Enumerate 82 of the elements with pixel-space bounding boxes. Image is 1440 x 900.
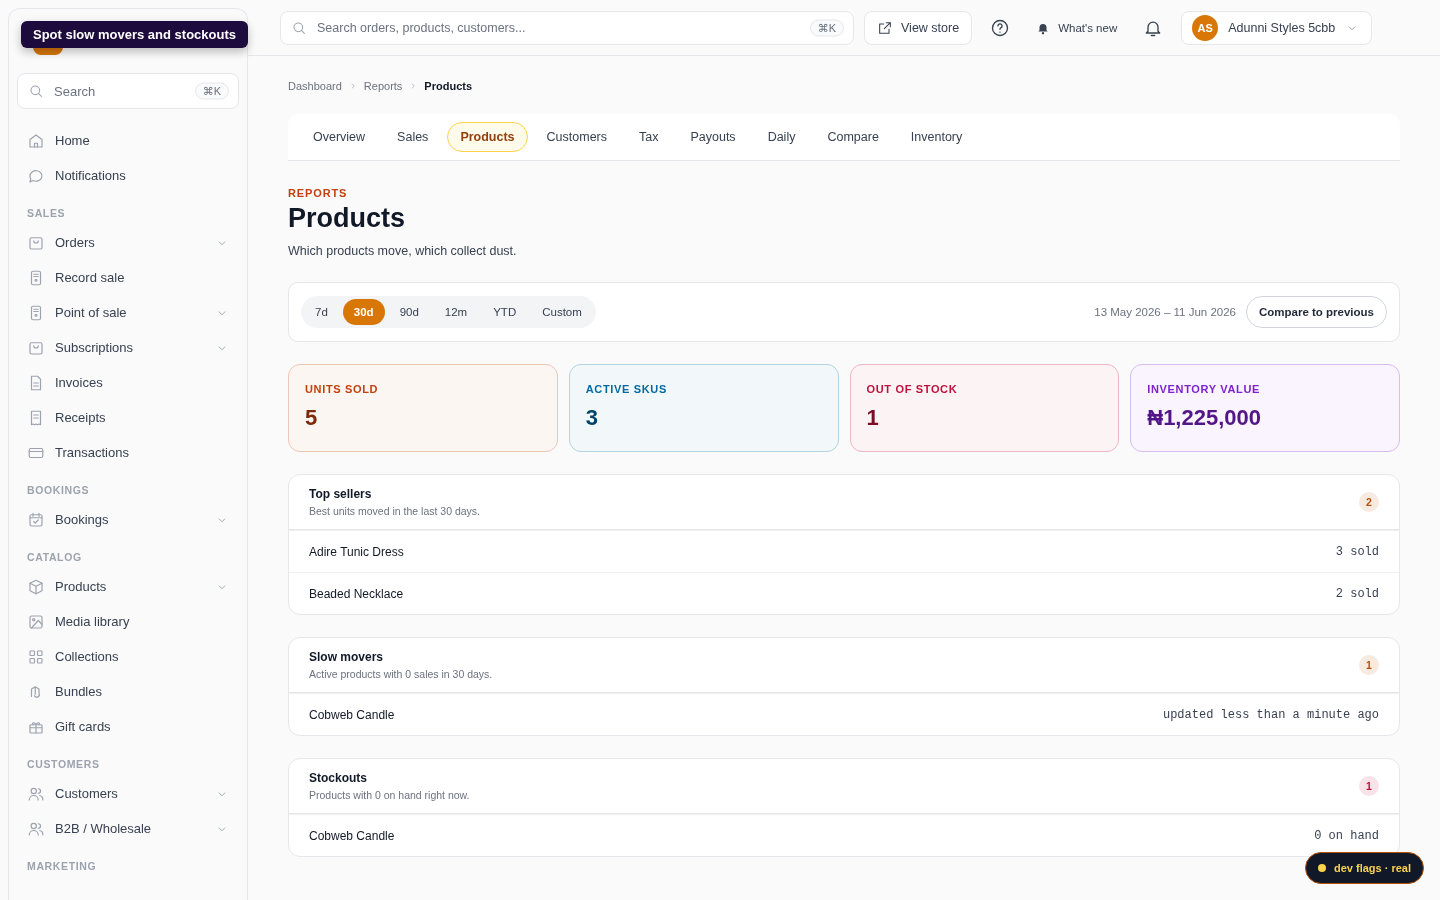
count-badge: 1 [1359, 655, 1379, 675]
tab[interactable]: Inventory [897, 122, 976, 152]
breadcrumb-item[interactable]: Dashboard [288, 80, 342, 92]
breadcrumb-item: Products [424, 80, 473, 92]
cube-icon [27, 577, 45, 596]
avatar: AS [1192, 14, 1219, 41]
calendar-icon [27, 510, 45, 529]
panel-subtitle: Products with 0 on hand right now. [309, 789, 470, 801]
page-subtitle: Which products move, which collect dust. [288, 244, 518, 258]
stat-label: ACTIVE SKUS [585, 383, 668, 395]
nav-item[interactable]: Notifications [17, 158, 239, 193]
nav-item[interactable]: Receipts [17, 400, 239, 435]
nav-item[interactable]: Collections [17, 639, 239, 674]
nav-item[interactable]: Bundles [17, 674, 239, 709]
panel-title: Slow movers [309, 650, 385, 664]
tab[interactable]: Products [447, 122, 528, 152]
row-value: 2 sold [1335, 586, 1379, 601]
panel-subtitle: Best units moved in the last 30 days. [309, 505, 480, 517]
whats-new-button[interactable]: What's new [1028, 20, 1126, 35]
panel-title: Stockouts [309, 771, 368, 785]
external-link-icon [877, 19, 893, 36]
nav-item[interactable]: Products [17, 569, 239, 604]
nav-item[interactable]: Bookings [17, 502, 239, 537]
section-heading: BOOKINGS [26, 483, 91, 498]
tab[interactable]: Daily [754, 122, 809, 152]
row-value: updated less than a minute ago [1162, 707, 1379, 722]
tab[interactable]: Tax [626, 122, 672, 152]
product-name: Adire Tunic Dress [309, 544, 404, 559]
tab[interactable]: Compare [814, 122, 892, 152]
stat-label: OUT OF STOCK [866, 383, 959, 395]
tooltip: Spot slow movers and stockouts [21, 21, 248, 48]
stat-value: 3 [585, 405, 599, 431]
section-heading: MARKETING [26, 859, 98, 874]
date-range: 13 May 2026 – 11 Jun 2026 [1094, 306, 1236, 318]
panel-title: Top sellers [309, 487, 373, 501]
tab[interactable]: Overview [300, 122, 379, 152]
tab[interactable]: Payouts [677, 122, 749, 152]
stat-value: 1 [866, 405, 880, 431]
tab[interactable]: Sales [384, 122, 442, 152]
nav-item[interactable]: Transactions [17, 435, 239, 470]
nav-item[interactable]: Customers [17, 776, 239, 811]
range-option[interactable]: 7d [304, 299, 339, 325]
count-badge: 2 [1359, 492, 1379, 512]
count-badge: 1 [1359, 776, 1379, 796]
product-name: Cobweb Candle [309, 828, 395, 843]
nav-item[interactable]: Orders [17, 225, 239, 260]
status-dot [1317, 864, 1326, 872]
nav-item[interactable]: Subscriptions [17, 330, 239, 365]
tab[interactable]: Customers [533, 122, 620, 152]
stat-value: ₦1,225,000 [1147, 405, 1262, 431]
nav-item[interactable]: Media library [17, 604, 239, 639]
view-store-button[interactable]: View store [864, 10, 973, 45]
compare-button[interactable]: Compare to previous [1245, 296, 1387, 328]
panel-subtitle: Active products with 0 sales in 30 days. [309, 668, 493, 680]
range-option[interactable]: YTD [482, 299, 528, 325]
section-heading: CUSTOMERS [26, 757, 101, 772]
nav-item[interactable]: Home [17, 123, 239, 158]
nav-item[interactable]: Record sale [17, 260, 239, 295]
grid-icon [27, 647, 45, 666]
product-name: Beaded Necklace [309, 586, 404, 601]
account-menu[interactable]: AS Adunni Styles 5cbb [1181, 10, 1373, 45]
range-option[interactable]: 12m [433, 299, 479, 325]
breadcrumb-item[interactable]: Reports [363, 80, 403, 92]
nav-item[interactable]: Gift cards [17, 709, 239, 744]
stat-value: 5 [305, 405, 319, 431]
section-heading: CATALOG [26, 550, 83, 565]
product-name: Cobweb Candle [309, 707, 395, 722]
nav-item[interactable]: Point of sale [17, 295, 239, 330]
row-value: 0 on hand [1314, 828, 1379, 843]
nav-item[interactable]: B2B / Wholesale [17, 811, 239, 846]
row-value: 3 sold [1335, 544, 1379, 559]
stat-label: UNITS SOLD [305, 383, 380, 395]
stat-label: INVENTORY VALUE [1147, 383, 1262, 395]
help-icon [990, 17, 1011, 38]
range-option[interactable]: 90d [388, 299, 430, 325]
eyebrow-label: REPORTS [288, 187, 349, 199]
page-title: Products [288, 203, 407, 234]
nav-item[interactable]: Invoices [17, 365, 239, 400]
dev-flags-badge[interactable]: dev flags · real [1304, 852, 1424, 884]
section-heading: SALES [26, 206, 67, 221]
range-option[interactable]: Custom [531, 299, 593, 325]
image-icon [27, 612, 45, 631]
